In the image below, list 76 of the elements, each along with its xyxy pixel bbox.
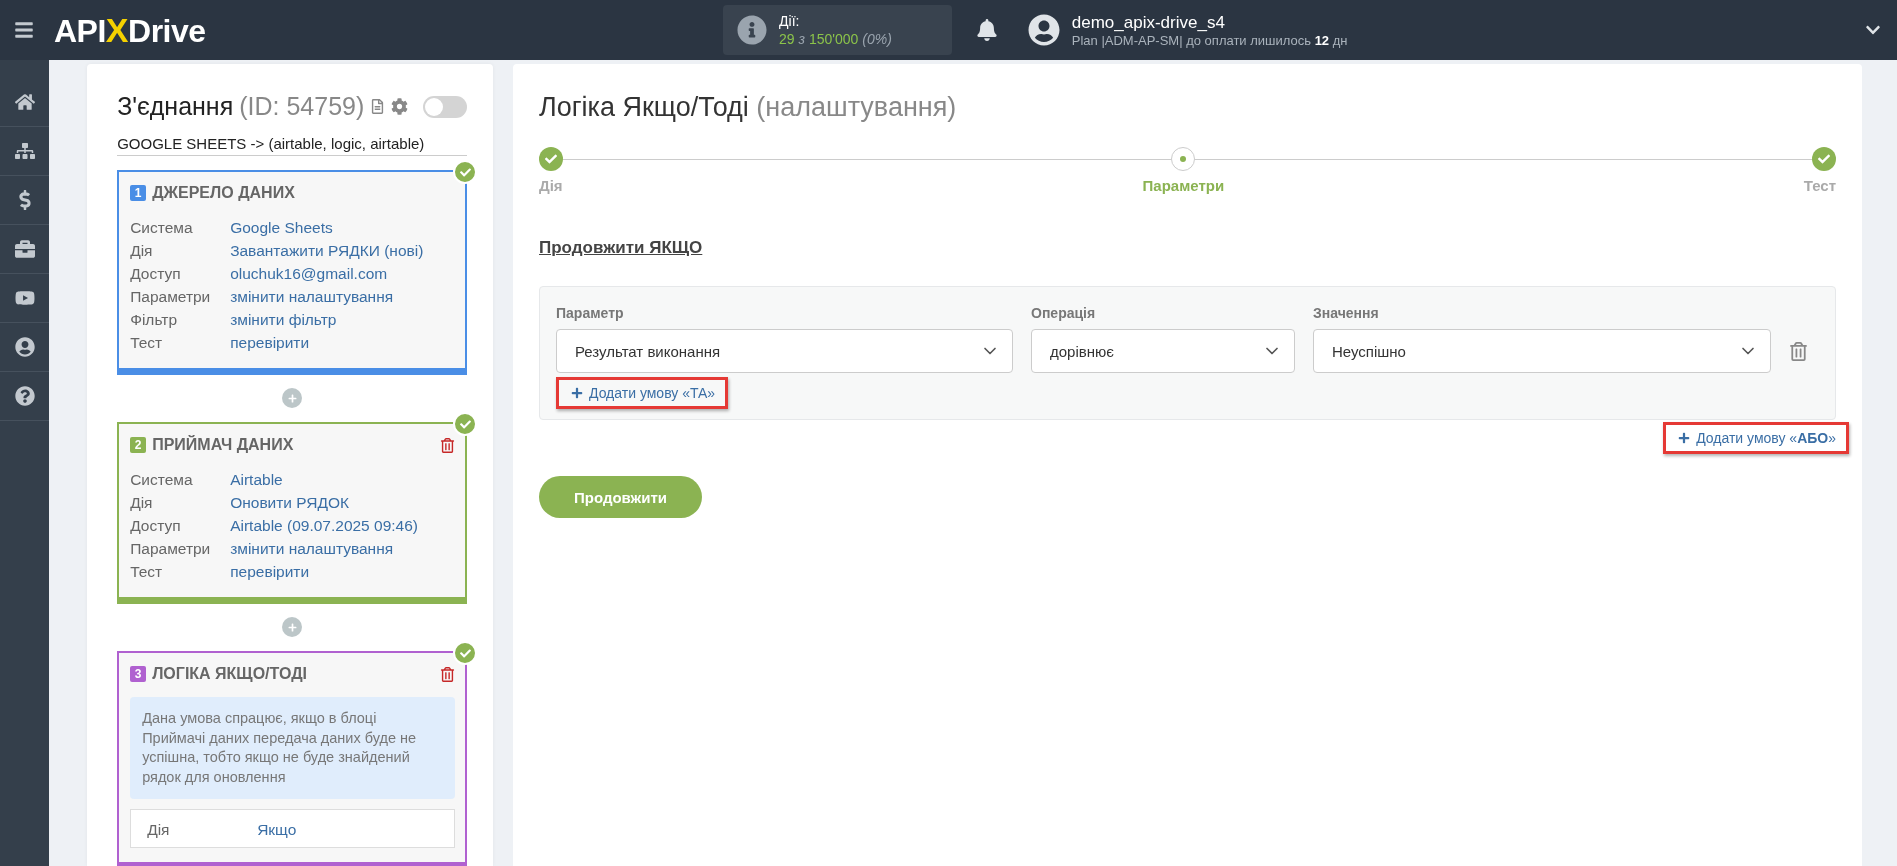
row-link[interactable]: перевірити [230, 560, 455, 583]
info-note: Дана умова спрацює, якщо в блоці Приймачі даних передача даних буде не успішна, тобто якщо не буде знайдений рядок для оновлення [130, 697, 455, 799]
field-label: Параметр [556, 305, 625, 321]
delete-icon[interactable] [440, 666, 455, 682]
connection-title: З'єднання [117, 92, 234, 121]
briefcase-icon[interactable] [14, 239, 35, 259]
user-icon[interactable] [14, 337, 35, 357]
row-label: Параметри [130, 539, 212, 559]
row-label: Дія [147, 820, 171, 840]
actions-count: 29 з 150'000 (0%) [779, 30, 892, 48]
checkmark-icon [459, 647, 471, 659]
dropdown-field[interactable]: дорівнює [1031, 329, 1295, 373]
step-marker[interactable] [539, 147, 563, 171]
checkmark-icon [459, 418, 471, 430]
menu-icon[interactable] [14, 20, 34, 40]
add-and-condition-button[interactable]: Додати умову «ТА» [556, 377, 729, 409]
row-link[interactable]: змінити налаштування [230, 537, 455, 560]
row-label: Тест [130, 333, 164, 353]
block-number: 2 [130, 437, 147, 453]
sitemap-icon[interactable] [14, 141, 35, 161]
row-label: Система [130, 470, 194, 490]
home-icon[interactable] [14, 92, 35, 112]
row-label: Фільтр [130, 310, 178, 330]
step-marker[interactable] [1171, 147, 1196, 171]
block-number: 3 [130, 666, 147, 682]
step-marker[interactable] [1812, 147, 1836, 171]
block-number: 1 [130, 185, 147, 201]
row-label: Тест [130, 562, 164, 582]
row-label: Система [130, 218, 194, 238]
checkmark-icon [459, 166, 471, 178]
dropdown-field[interactable]: Неуспішно [1313, 329, 1771, 373]
add-or-condition-button[interactable]: Додати умову «АБО» [1663, 422, 1849, 454]
settings-icon[interactable] [391, 98, 409, 115]
row-link[interactable]: Якщо [257, 818, 438, 841]
connection-name[interactable]: GOOGLE SHEETS -> (airtable, logic, airtable) [117, 135, 467, 156]
field-label: Значення [1313, 305, 1380, 321]
block-title: ДЖЕРЕЛО ДАНИХ [152, 184, 295, 202]
checkmark-icon [1818, 153, 1830, 165]
connection-id: (ID: 54759) [239, 92, 365, 121]
row-link[interactable]: перевірити [230, 331, 455, 354]
dropdown-field[interactable]: Результат виконання [556, 329, 1013, 373]
field-label: Операція [1031, 305, 1097, 321]
user-name[interactable]: demo_apix-drive_s4 [1071, 12, 1348, 33]
row-link[interactable]: oluchuk16@gmail.com [230, 262, 455, 285]
plus-icon [571, 387, 583, 399]
row-link[interactable]: Оновити РЯДОК [230, 491, 455, 514]
enable-toggle[interactable] [423, 95, 467, 118]
row-label: Доступ [130, 516, 182, 536]
actions-label: Дії: [779, 12, 801, 30]
row-label: Дія [130, 493, 154, 513]
plus-icon [1678, 432, 1691, 444]
logo[interactable]: APIXDrive [54, 10, 206, 50]
row-link[interactable]: змінити фільтр [230, 308, 455, 331]
row-label: Доступ [130, 264, 182, 284]
section-title: Продовжити ЯКЩО [539, 238, 704, 258]
help-icon[interactable] [14, 386, 35, 406]
block-title: ПРИЙМАЧ ДАНИХ [152, 436, 294, 454]
video-play-icon[interactable] [14, 288, 35, 308]
row-link[interactable]: Google Sheets [230, 216, 455, 239]
block-title: ЛОГІКА ЯКЩО/ТОДІ [152, 665, 307, 683]
notification-icon[interactable] [975, 19, 998, 41]
delete-icon[interactable] [440, 437, 455, 453]
avatar-icon[interactable] [1027, 14, 1060, 46]
row-label: Дія [130, 241, 154, 261]
row-label: Параметри [130, 287, 212, 307]
row-link[interactable]: Airtable [230, 468, 455, 491]
checkmark-icon [545, 153, 557, 165]
row-link[interactable]: змінити налаштування [230, 285, 455, 308]
page-title: Логіка Якщо/Тоді (налаштування) [539, 92, 958, 123]
row-link[interactable]: Airtable (09.07.2025 09:46) [230, 514, 455, 537]
plus-icon [287, 393, 297, 403]
row-link[interactable]: Завантажити РЯДКИ (нові) [230, 239, 455, 262]
document-icon[interactable] [370, 99, 386, 114]
plan-info: Plan |ADM-AP-SM| до оплати лишилось 12 дн [1071, 32, 1348, 48]
info-icon [737, 15, 768, 45]
plus-icon [287, 622, 297, 632]
